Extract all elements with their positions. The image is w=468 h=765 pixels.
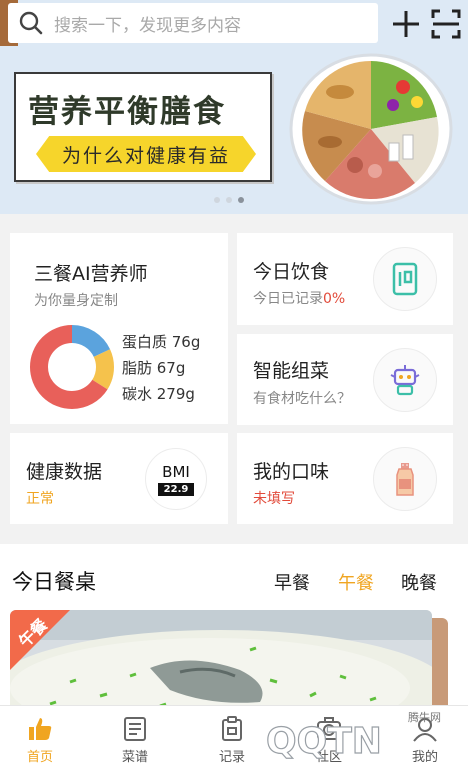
health-data-title: 健康数据: [26, 461, 103, 483]
fish-soup-photo: [10, 610, 432, 720]
search-icon: [19, 11, 43, 35]
my-taste-status: 未填写: [253, 491, 295, 507]
promo-card[interactable]: 营养平衡膳食 为什么对健康有益: [14, 72, 272, 182]
today-diet-title: 今日饮食: [253, 261, 330, 283]
tab-breakfast[interactable]: 早餐: [274, 569, 310, 595]
ai-nutritionist-subtitle: 为你量身定制: [34, 293, 118, 309]
ai-nutritionist-card[interactable]: 三餐AI营养师 为你量身定制 蛋白质 76g 脂肪 67g 碳水 279g: [10, 233, 228, 424]
today-table-title: 今日餐桌: [12, 570, 96, 594]
robot-icon: [373, 348, 437, 412]
bmi-icon: BMI 22.9: [145, 448, 207, 510]
health-data-card[interactable]: 健康数据 正常 BMI 22.9: [10, 433, 228, 524]
nutrient-protein: 蛋白质 76g: [122, 333, 201, 351]
site-watermark: QQTN 腾牛网: [258, 707, 468, 765]
today-diet-status-prefix: 今日已记录: [253, 291, 323, 307]
ai-nutritionist-title: 三餐AI营养师: [34, 263, 148, 285]
tab-lunch[interactable]: 午餐: [338, 569, 374, 595]
recipe-icon: [124, 717, 146, 741]
smart-combo-subtitle: 有食材吃什么？: [253, 391, 351, 407]
pager-dot-active: [238, 197, 244, 203]
search-bar[interactable]: 搜索一下，发现更多内容: [8, 3, 378, 43]
next-card-peek[interactable]: [432, 618, 448, 718]
tab-home[interactable]: 首页: [5, 706, 75, 765]
tab-recipes-label: 菜谱: [121, 750, 148, 765]
today-diet-percent: 0%: [323, 291, 346, 307]
app-root: 搜索一下，发现更多内容 营养平衡膳食 为什么对健康有益 三餐AI营养师 为你量身…: [0, 0, 468, 765]
tab-home-label: 首页: [26, 750, 53, 765]
my-taste-card[interactable]: 我的口味 未填写: [237, 433, 453, 524]
bmi-value: 22.9: [157, 482, 195, 496]
food-plate-illustration: [289, 53, 453, 205]
tab-record[interactable]: 记录: [197, 706, 267, 765]
smart-combo-title: 智能组菜: [253, 360, 330, 382]
my-taste-title: 我的口味: [253, 461, 330, 483]
banner-pager: [214, 197, 244, 203]
banner-title: 营养平衡膳食: [28, 94, 226, 130]
tab-recipes[interactable]: 菜谱: [100, 706, 170, 765]
nutrient-carbs: 碳水 279g: [122, 385, 195, 403]
plus-icon[interactable]: [390, 8, 422, 40]
seasoning-bottle-icon: [373, 447, 437, 511]
home-like-icon: [29, 718, 52, 740]
record-icon: [222, 716, 242, 741]
tab-record-label: 记录: [218, 750, 245, 765]
scan-icon[interactable]: [430, 8, 462, 40]
watermark-logo: QQTN: [265, 720, 382, 762]
nutrient-donut-chart: [30, 325, 114, 409]
search-placeholder: 搜索一下，发现更多内容: [54, 15, 241, 36]
watermark-text: 腾牛网: [408, 711, 441, 724]
banner-subtitle: 为什么对健康有益: [36, 136, 256, 172]
pager-dot: [226, 197, 232, 203]
meal-card[interactable]: 午餐: [10, 610, 432, 720]
today-diet-status: 今日已记录0%: [253, 288, 345, 308]
svg-text:QQTN: QQTN: [266, 721, 382, 762]
bmi-label: BMI: [162, 462, 190, 481]
promo-banner[interactable]: 搜索一下，发现更多内容 营养平衡膳食 为什么对健康有益: [0, 0, 468, 214]
pager-dot: [214, 197, 220, 203]
smart-combo-card[interactable]: 智能组菜 有食材吃什么？: [237, 334, 453, 425]
tab-dinner[interactable]: 晚餐: [401, 569, 437, 595]
today-diet-card[interactable]: 今日饮食 今日已记录0%: [237, 233, 453, 325]
health-data-status: 正常: [26, 491, 54, 507]
nutrient-fat: 脂肪 67g: [122, 359, 186, 377]
food-record-icon: [373, 247, 437, 311]
